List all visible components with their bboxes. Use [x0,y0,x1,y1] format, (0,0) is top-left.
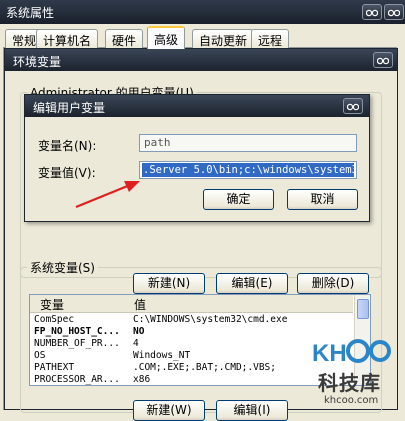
variable-value-field[interactable]: .Server 5.0\bin;c:\windows\system32 [139,161,357,179]
variable-name: NUMBER_OF_PR... [34,338,120,349]
edit-user-variable-dialog: 编辑用户变量 变量名(N): path 变量值(V): .Server 5.0\… [24,94,370,222]
variable-column-header[interactable]: 变量 [40,296,64,313]
tab-computer-name[interactable]: 计算机名 [36,29,99,48]
variable-value-label: 变量值(V): [38,166,96,180]
tab-automatic-updates[interactable]: 自动更新 [192,29,255,48]
system-variables-label: 系统变量(S) [30,261,95,275]
edit-close-button[interactable] [343,98,363,114]
table-row[interactable]: ComSpec C:\WINDOWS\system32\cmd.exe [30,314,353,326]
table-row[interactable]: PROCESSOR_AR... x86 [30,374,353,385]
table-row[interactable]: PATHEXT .COM;.EXE;.BAT;.CMD;.VBS; [30,362,353,374]
watermark-url: khcoo.com [324,395,379,406]
table-row[interactable]: NUMBER_OF_PR... 4 [30,338,353,350]
edit-dialog-titlebar: 编辑用户变量 [25,95,369,117]
variable-name: PROCESSOR_AR... [34,374,120,385]
list-header: 变量 值 [30,295,353,313]
cancel-button[interactable]: 取消 [287,189,358,210]
env-dialog-title: 环境变量 [13,55,62,69]
tab-hardware[interactable]: 硬件 [105,29,144,48]
close-button[interactable] [384,4,404,20]
ok-button[interactable]: 确定 [203,189,274,210]
variable-name-label: 变量名(N): [38,139,97,153]
table-row[interactable]: FP_NO_HOST_C... NO [30,326,353,338]
close-icon [377,57,389,65]
env-close-button[interactable] [373,52,393,68]
edit-dialog-title: 编辑用户变量 [33,101,106,115]
variable-name: PATHEXT [34,362,75,373]
svg-text:KH: KH [312,340,347,367]
close-icon [388,9,400,17]
help-button[interactable] [362,4,382,20]
khcoo-logo: KH [312,339,391,367]
variable-name-field[interactable]: path [139,134,357,152]
table-row[interactable]: OS Windows_NT [30,350,353,362]
scrollbar-thumb[interactable] [357,299,369,319]
variable-name: ComSpec [34,314,75,325]
variable-name: OS [34,350,46,361]
value-column-header[interactable]: 值 [134,296,146,313]
variable-name: FP_NO_HOST_C... [34,326,120,337]
env-dialog-titlebar: 环境变量 [5,49,397,71]
variable-value: C:\WINDOWS\system32\cmd.exe [133,314,288,325]
tab-advanced[interactable]: 高级 [147,26,186,49]
system-edit-button[interactable]: 编辑(I) [216,400,288,421]
system-new-button[interactable]: 新建(W) [133,400,205,421]
help-icon [366,9,378,17]
system-properties-titlebar: 系统属性 [0,0,405,24]
close-icon [347,103,359,111]
watermark-chinese: 科技库 [318,371,381,395]
window-title: 系统属性 [6,6,55,20]
variable-value-text: .Server 5.0\bin;c:\windows\system32 [142,163,354,177]
tab-remote[interactable]: 远程 [251,29,290,48]
